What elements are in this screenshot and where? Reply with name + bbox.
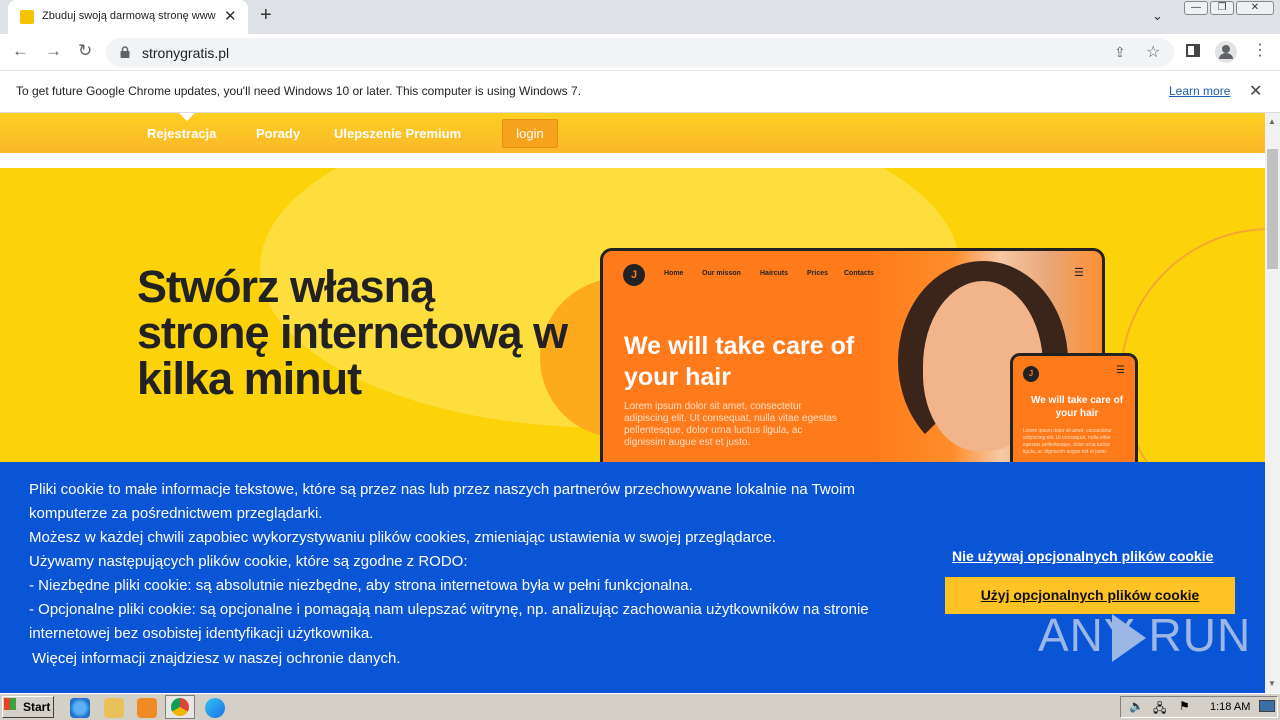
infobar-message: To get future Google Chrome updates, you… bbox=[16, 84, 582, 98]
cookie-line: Możesz w każdej chwili zapobiec wykorzys… bbox=[29, 529, 776, 546]
tab-search-icon[interactable]: ⌄ bbox=[1152, 8, 1163, 24]
chrome-icon bbox=[171, 698, 189, 716]
browser-toolbar: ← → ↻ stronygratis.pl ⇪ ☆ ⋮ bbox=[0, 34, 1280, 71]
mockup-logo: J bbox=[623, 264, 645, 286]
web-page: Rejestracja Porady Ulepszenie Premium lo… bbox=[0, 113, 1265, 693]
mockup-headline: We will take care of your hair bbox=[624, 332, 855, 391]
mockup-body-text: Lorem ipsum dolor sit amet, consectetur … bbox=[624, 401, 837, 448]
close-tab-icon[interactable]: ✕ bbox=[224, 7, 237, 25]
mockup-nav-contacts: Contacts bbox=[844, 270, 874, 277]
taskbar-clock[interactable]: 1:18 AM bbox=[1210, 701, 1250, 713]
nav-link-premium[interactable]: Ulepszenie Premium bbox=[334, 126, 461, 141]
cookie-line: - Niezbędne pliki cookie: są absolutnie … bbox=[29, 577, 693, 594]
scroll-up-icon[interactable]: ▲ bbox=[1268, 117, 1276, 126]
new-tab-icon[interactable]: + bbox=[260, 4, 272, 27]
url-text: stronygratis.pl bbox=[142, 45, 230, 61]
mockup-menu-icon: ☰ bbox=[1074, 267, 1084, 279]
scroll-down-icon[interactable]: ▼ bbox=[1268, 679, 1276, 688]
forward-icon[interactable]: → bbox=[45, 41, 62, 61]
address-bar[interactable]: stronygratis.pl ⇪ ☆ bbox=[106, 38, 1174, 67]
side-panel-icon[interactable] bbox=[1186, 44, 1200, 57]
mockup-nav-mission: Our misson bbox=[702, 270, 741, 277]
tab-strip: Zbuduj swoją darmową stronę www ✕ + ⌄ — … bbox=[0, 0, 1280, 34]
scroll-thumb[interactable] bbox=[1267, 149, 1278, 269]
login-button[interactable]: login bbox=[502, 119, 558, 148]
bookmark-star-icon[interactable]: ☆ bbox=[1146, 42, 1160, 62]
privacy-policy-link[interactable]: Więcej informacji znajdziesz w naszej oc… bbox=[32, 650, 401, 667]
edge-icon[interactable] bbox=[205, 698, 225, 718]
system-tray: 🔈 🖧 ⚑ bbox=[1120, 696, 1278, 718]
page-scrollbar[interactable]: ▲ ▼ bbox=[1265, 113, 1280, 693]
chrome-menu-icon[interactable]: ⋮ bbox=[1252, 40, 1268, 60]
cookie-banner: Pliki cookie to małe informacje tekstowe… bbox=[0, 462, 1265, 693]
mockup-nav-haircuts: Haircuts bbox=[760, 270, 789, 277]
hero-title: Stwórz własną stronę internetową w kilka… bbox=[137, 261, 568, 404]
file-explorer-icon[interactable] bbox=[104, 698, 124, 718]
site-navigation: Rejestracja Porady Ulepszenie Premium lo… bbox=[0, 113, 1265, 153]
phone-mockup-image: J ☰ We will take care of your hair Lorem… bbox=[1010, 353, 1138, 468]
cookie-line: Używamy następujących plików cookie, któ… bbox=[29, 553, 468, 570]
phone-mockup-headline: We will take care of your hair bbox=[1030, 395, 1124, 419]
phone-mockup-logo: J bbox=[1023, 366, 1039, 382]
favicon-icon bbox=[20, 10, 34, 24]
window-close-icon[interactable]: ✕ bbox=[1236, 1, 1274, 15]
cookie-text: Pliki cookie to małe informacje tekstowe… bbox=[29, 478, 909, 646]
learn-more-link[interactable]: Learn more bbox=[1169, 84, 1230, 98]
volume-icon[interactable]: 🔈 bbox=[1129, 699, 1144, 713]
phone-mockup-body: Lorem ipsum dolor sit amet, consectetur … bbox=[1023, 428, 1112, 455]
taskbar-chrome-button[interactable] bbox=[165, 695, 195, 719]
windows-taskbar: Start 🔈 🖧 ⚑ 1:18 AM bbox=[0, 693, 1280, 720]
active-caret-icon bbox=[179, 113, 195, 121]
lock-icon bbox=[120, 46, 130, 58]
tab-title: Zbuduj swoją darmową stronę www bbox=[42, 10, 216, 22]
cookie-line: - Opcjonalne pliki cookie: są opcjonalne… bbox=[29, 601, 869, 642]
hero-arc bbox=[1120, 228, 1265, 468]
nav-link-porady[interactable]: Porady bbox=[256, 126, 300, 141]
network-icon[interactable]: 🖧 bbox=[1153, 699, 1166, 720]
mockup-nav-prices: Prices bbox=[807, 270, 829, 277]
minimize-icon[interactable]: — bbox=[1184, 1, 1208, 15]
anyrun-play-icon bbox=[1112, 614, 1146, 662]
internet-explorer-icon[interactable] bbox=[70, 698, 90, 718]
show-desktop-icon[interactable] bbox=[1259, 700, 1275, 712]
back-icon[interactable]: ← bbox=[12, 41, 29, 61]
mockup-nav-home: Home bbox=[664, 270, 684, 277]
hero-section: Stwórz własną stronę internetową w kilka… bbox=[0, 168, 1265, 468]
cookie-line: Pliki cookie to małe informacje tekstowe… bbox=[29, 481, 855, 522]
share-icon[interactable]: ⇪ bbox=[1114, 44, 1126, 61]
decline-optional-cookies-button[interactable]: Nie używaj opcjonalnych plików cookie bbox=[952, 548, 1213, 564]
infobar-close-icon[interactable]: ✕ bbox=[1249, 81, 1262, 101]
update-infobar: To get future Google Chrome updates, you… bbox=[0, 71, 1280, 113]
phone-menu-icon: ☰ bbox=[1116, 365, 1125, 376]
restore-icon[interactable]: ❐ bbox=[1210, 1, 1234, 15]
reload-icon[interactable]: ↻ bbox=[78, 41, 92, 61]
profile-icon[interactable] bbox=[1215, 41, 1237, 63]
windows-logo-icon bbox=[4, 698, 16, 710]
action-center-flag-icon[interactable]: ⚑ bbox=[1179, 699, 1190, 713]
media-player-icon[interactable] bbox=[137, 698, 157, 718]
nav-link-rejestracja[interactable]: Rejestracja bbox=[147, 126, 216, 141]
browser-tab[interactable]: Zbuduj swoją darmową stronę www ✕ bbox=[8, 0, 248, 34]
